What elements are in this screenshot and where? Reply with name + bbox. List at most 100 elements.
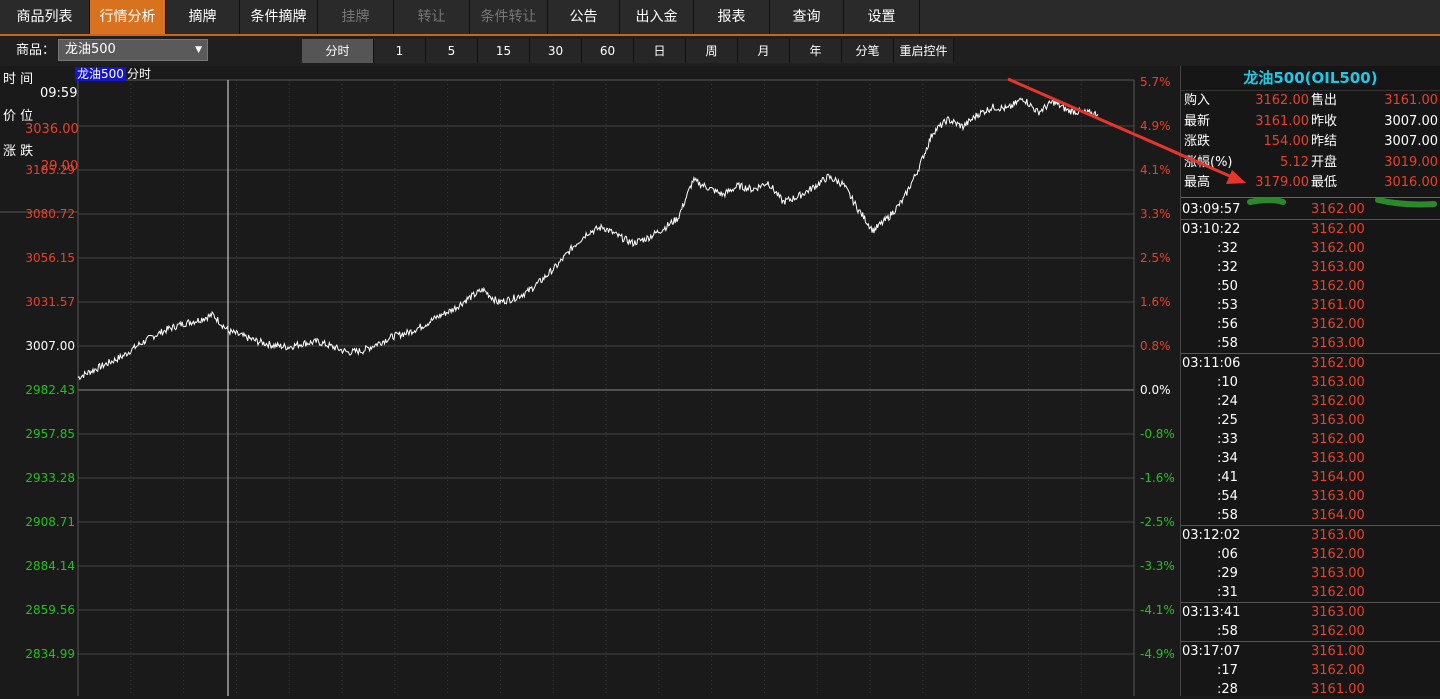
tick-time: 03:12:02: [1182, 527, 1241, 543]
goods-select-value: 龙油500: [65, 42, 116, 57]
tick-row: :58 3163.00: [1181, 334, 1440, 353]
tick-price: 3162.00: [1311, 201, 1365, 217]
tick-time: 03:09:57: [1182, 201, 1241, 217]
quote-table: 购入 3162.00 售出 3161.00 最新 3161.00 昨收 3007.00 涨跌 15…: [1181, 91, 1440, 194]
y-tick-label-left: 3007.00: [25, 339, 75, 353]
tick-row: :25 3163.00: [1181, 411, 1440, 430]
quote-value: 3019.00: [1384, 154, 1438, 170]
goods-select[interactable]: 龙油500 ▼: [58, 39, 208, 61]
tick-row: :50 3162.00: [1181, 277, 1440, 296]
y-tick-label-left: 2859.56: [25, 603, 75, 617]
change-value: 29.00: [41, 159, 79, 174]
tick-price: 3163.00: [1311, 374, 1365, 390]
tick-price: 3163.00: [1311, 412, 1365, 428]
tick-time: :06: [1217, 546, 1238, 562]
period-tab-10[interactable]: 分笔: [842, 39, 894, 63]
tick-row: :29 3163.00: [1181, 564, 1440, 583]
tick-row: 03:12:02 3163.00: [1181, 524, 1440, 545]
period-tab-6[interactable]: 日: [634, 39, 686, 63]
tick-price: 3162.00: [1311, 221, 1365, 237]
menu-item-2[interactable]: 摘牌: [166, 0, 240, 34]
quote-label: 昨收: [1311, 113, 1338, 129]
tick-row: :06 3162.00: [1181, 545, 1440, 564]
tick-price: 3162.00: [1311, 278, 1365, 294]
tick-time: :32: [1217, 259, 1238, 275]
quote-label: 昨结: [1311, 134, 1338, 149]
quote-panel: 龙油500(OIL500) 购入 3162.00 售出 3161.00 最新 3161.0…: [1180, 66, 1440, 699]
quote-value: 3161.00: [1255, 113, 1309, 129]
period-tab-3[interactable]: 15: [478, 39, 530, 63]
tick-time: :10: [1217, 374, 1238, 390]
tick-price: 3162.00: [1311, 431, 1365, 447]
y-tick-label-right: -4.1%: [1140, 603, 1175, 617]
tick-time: :25: [1217, 412, 1238, 428]
tick-price: 3161.00: [1311, 297, 1365, 313]
period-tab-9[interactable]: 年: [790, 39, 842, 63]
tick-price: 3163.00: [1311, 488, 1365, 504]
quote-title: 龙油500(OIL500): [1181, 66, 1440, 91]
menu-item-7[interactable]: 公告: [548, 0, 620, 34]
symbol-badge: 龙油500: [75, 67, 126, 81]
y-tick-label-right: 2.5%: [1140, 251, 1171, 265]
tick-time: :31: [1217, 584, 1238, 600]
quote-row: 涨跌 154.00 昨结 3007.00: [1181, 132, 1440, 153]
menu-item-10[interactable]: 查询: [770, 0, 844, 34]
tick-price: 3163.00: [1311, 335, 1365, 351]
tick-price: 3162.00: [1311, 393, 1365, 409]
y-tick-label-left: 2884.14: [25, 559, 75, 573]
toolbar-row: 商品： 龙油500 ▼ 分时 1 5 15 30 60 日周月年分笔 重启控件: [0, 36, 1440, 67]
tick-time: :58: [1217, 623, 1238, 639]
main-menu-bar: 商品列表 行情分析 摘牌 条件摘牌 挂牌 转让 条件转让 公告 出入金 报表 查询 设置: [0, 0, 1440, 36]
y-tick-label-right: 0.8%: [1140, 339, 1171, 353]
period-tab-4[interactable]: 30: [530, 39, 582, 63]
menu-item-1[interactable]: 行情分析: [90, 0, 166, 34]
period-tab-8[interactable]: 月: [738, 39, 790, 63]
tick-row: :17 3162.00: [1181, 661, 1440, 680]
tick-row: :54 3163.00: [1181, 487, 1440, 506]
tick-time: :56: [1217, 316, 1238, 332]
time-value: 09:59: [40, 86, 78, 101]
tick-list: 03:09:57 3162.00 03:10:22 3162.00:32 3162.00…: [1181, 200, 1440, 699]
quote-label: 最新: [1184, 113, 1211, 129]
menu-item-3[interactable]: 条件摘牌: [240, 0, 318, 34]
period-tab-7[interactable]: 周: [686, 39, 738, 63]
quote-row: 最高 3179.00 最低 3016.00: [1181, 173, 1440, 194]
tick-time: :24: [1217, 393, 1238, 409]
tick-price: 3161.00: [1311, 643, 1365, 659]
y-tick-label-right: -0.8%: [1140, 427, 1175, 441]
quote-label: 购入: [1184, 93, 1211, 108]
menu-item-5[interactable]: 转让: [394, 0, 470, 34]
tick-time: :58: [1217, 335, 1238, 351]
quote-value: 154.00: [1263, 134, 1310, 149]
y-tick-label-right: 1.6%: [1140, 295, 1171, 309]
tick-row: :24 3162.00: [1181, 392, 1440, 411]
tick-time: :53: [1217, 297, 1238, 313]
menu-item-4[interactable]: 挂牌: [318, 0, 394, 34]
menu-item-0[interactable]: 商品列表: [0, 0, 90, 34]
period-tab-2[interactable]: 5: [426, 39, 478, 63]
tick-time: 03:11:06: [1182, 355, 1241, 371]
period-tab-0[interactable]: 分时: [302, 39, 374, 63]
goods-label: 商品：: [16, 43, 56, 58]
period-tab-5[interactable]: 60: [582, 39, 634, 63]
period-tab-11[interactable]: 重启控件: [894, 39, 954, 63]
y-tick-label-right: -4.9%: [1140, 647, 1175, 661]
tick-row: :56 3162.00: [1181, 315, 1440, 334]
y-tick-label-left: 2982.43: [25, 383, 75, 397]
y-tick-label-left: 2957.85: [25, 427, 75, 441]
quote-label: 涨幅(%): [1184, 154, 1233, 170]
period-tab-1[interactable]: 1: [374, 39, 426, 63]
tick-time: :34: [1217, 450, 1238, 466]
tick-price: 3163.00: [1311, 527, 1365, 543]
quote-label: 开盘: [1311, 154, 1338, 170]
y-tick-label-right: -1.6%: [1140, 471, 1175, 485]
tick-time: 03:13:41: [1182, 604, 1241, 620]
menu-item-6[interactable]: 条件转让: [470, 0, 548, 34]
menu-item-11[interactable]: 设置: [844, 0, 920, 34]
chart-mode-label: 分时: [127, 67, 152, 81]
y-tick-label-left: 3031.57: [25, 295, 75, 309]
tick-time: :41: [1217, 469, 1238, 485]
quote-label: 涨跌: [1184, 134, 1211, 149]
menu-item-8[interactable]: 出入金: [620, 0, 694, 34]
menu-item-9[interactable]: 报表: [694, 0, 770, 34]
